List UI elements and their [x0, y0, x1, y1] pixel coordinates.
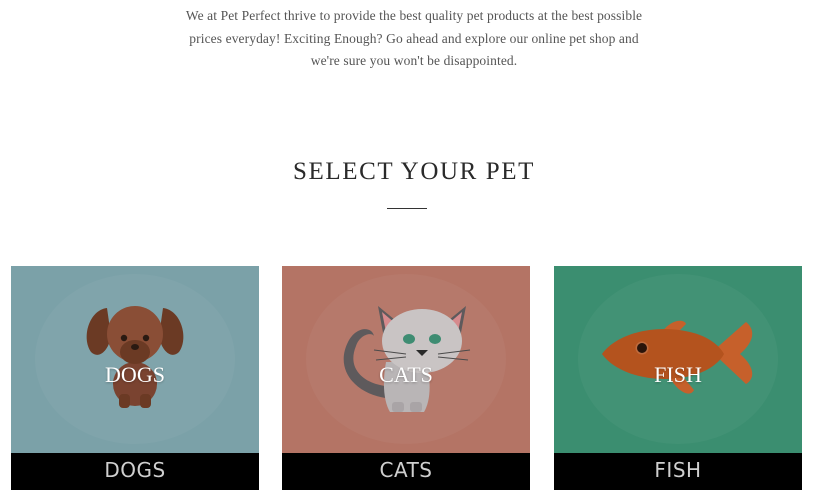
pet-card-cats[interactable]: CATS CATS	[282, 266, 530, 490]
dog-icon	[35, 274, 235, 444]
fish-icon	[578, 274, 778, 444]
intro-line: We at Pet Perfect thrive to provide the …	[185, 8, 643, 23]
pet-card-fish[interactable]: FISH FISH	[554, 266, 802, 490]
pet-card-dogs[interactable]: DOGS DOGS	[11, 266, 259, 490]
card-bar-label[interactable]: FISH	[554, 453, 802, 490]
card-image[interactable]: DOGS	[11, 266, 259, 453]
section-title: SELECT YOUR PET	[292, 158, 536, 185]
card-overlay-label[interactable]: CATS	[282, 362, 530, 388]
card-image[interactable]: CATS	[282, 266, 530, 453]
card-overlay-label[interactable]: DOGS	[11, 362, 259, 388]
card-image[interactable]: FISH	[554, 266, 802, 453]
card-bar-label[interactable]: CATS	[282, 453, 530, 490]
cat-icon	[306, 274, 506, 444]
card-bar-label[interactable]: DOGS	[11, 453, 259, 490]
intro-line: we're sure you won't be disappointed.	[310, 53, 518, 68]
intro-paragraph: We at Pet Perfect thrive to provide the …	[0, 5, 828, 73]
card-overlay-label[interactable]: FISH	[554, 362, 802, 388]
title-divider	[387, 208, 427, 209]
intro-line: prices everyday! Exciting Enough? Go ahe…	[189, 30, 639, 46]
